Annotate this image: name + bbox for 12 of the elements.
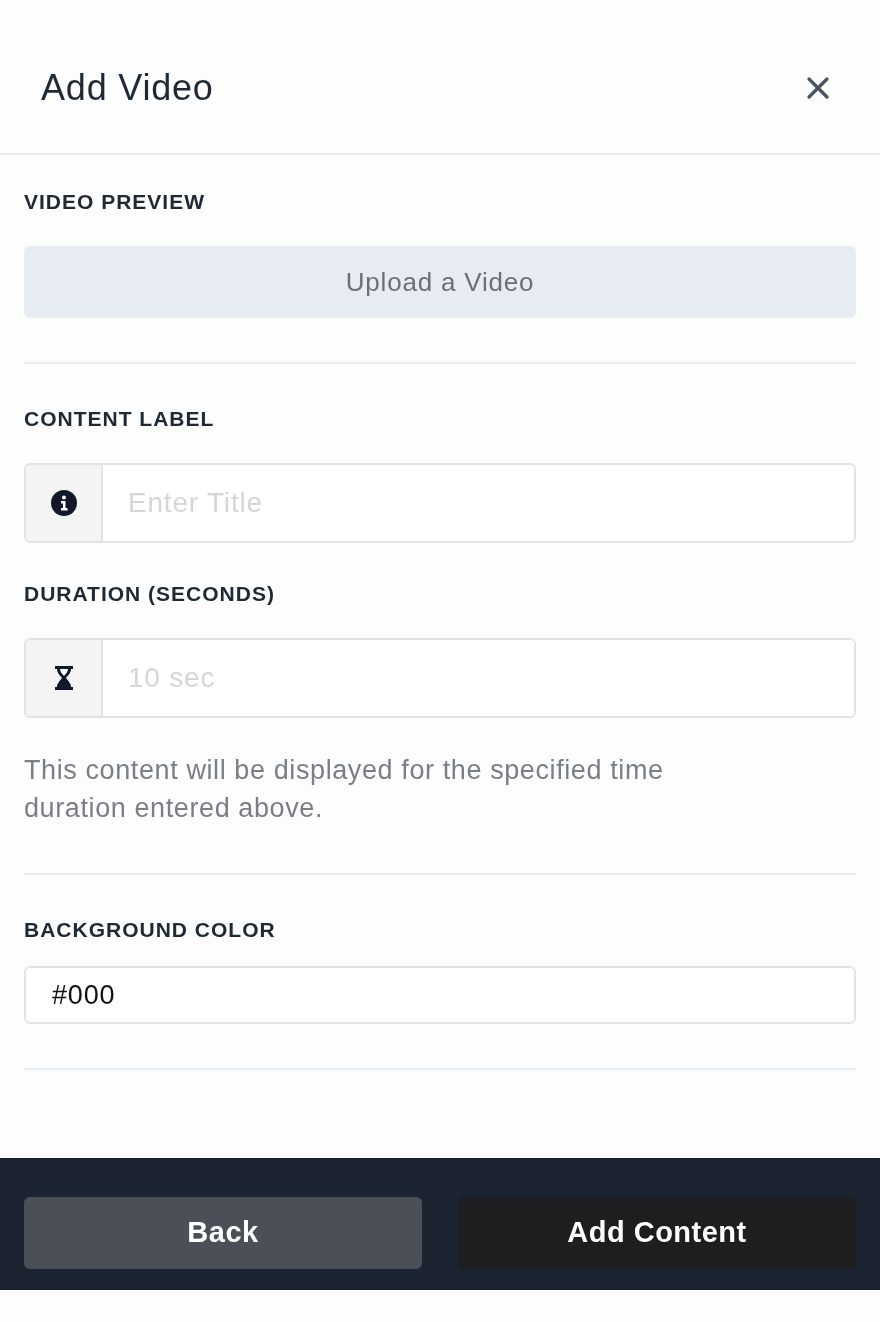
dialog-title: Add Video [41, 65, 214, 110]
upload-button[interactable]: Upload a Video [24, 246, 856, 318]
back-button[interactable]: Back [24, 1197, 422, 1269]
color-input[interactable]: #000 [24, 966, 856, 1024]
field-label: CONTENT LABEL [24, 407, 216, 431]
field-label: BACKGROUND COLOR [24, 918, 277, 942]
hourglass-icon [53, 665, 74, 691]
add-content-button[interactable]: Add Content [458, 1197, 856, 1269]
field-label: VIDEO PREVIEW [24, 190, 207, 214]
info-icon [50, 490, 77, 516]
field-label: DURATION (SECONDS) [24, 582, 276, 606]
help-text: This content will be displayed for the specified time duration entered above. [24, 754, 665, 825]
